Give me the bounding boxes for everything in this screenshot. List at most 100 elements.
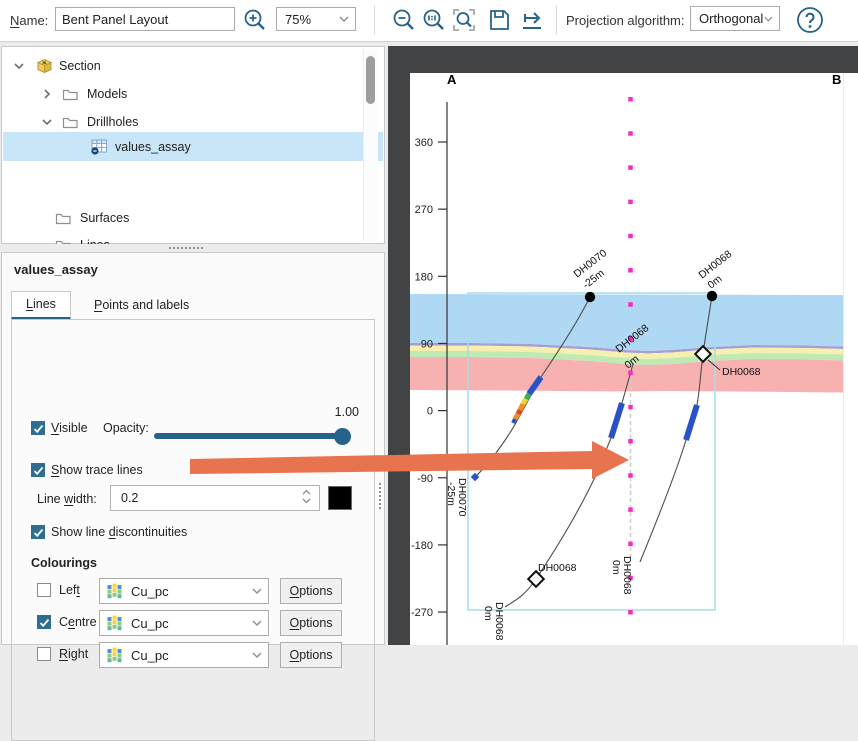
- lines-tab-content: 1.00 Visible Opacity: Show trace lines L…: [11, 319, 375, 741]
- spinner-down-icon[interactable]: [302, 498, 311, 504]
- eoh-label-dh0070-offset: -25m: [445, 482, 457, 506]
- zoom-to-fit-icon: [451, 7, 477, 33]
- line-colour-swatch[interactable]: [328, 486, 352, 510]
- tree-item-section[interactable]: Section: [3, 52, 383, 80]
- colouring-left-options-button[interactable]: Options: [280, 578, 342, 604]
- diamond-label-dh0068: DH0068: [538, 562, 577, 574]
- tree-item-surfaces[interactable]: Surfaces: [3, 204, 383, 232]
- colouring-centre-checkbox[interactable]: [37, 615, 51, 629]
- opacity-slider[interactable]: [154, 433, 348, 439]
- tab-lines[interactable]: Lines: [11, 291, 71, 320]
- check-icon: [33, 528, 44, 538]
- chevron-down-icon: [251, 587, 263, 595]
- interval-green: [526, 394, 529, 399]
- panel-splitter-horizontal[interactable]: [1, 244, 385, 252]
- colouring-right-select[interactable]: Cu_pc: [99, 642, 269, 668]
- chevron-right-icon[interactable]: [41, 88, 53, 100]
- folder-icon: [55, 210, 72, 226]
- show-line-discontinuities-checkbox[interactable]: [31, 525, 45, 539]
- colouring-right-value: Cu_pc: [123, 648, 251, 663]
- projection-algorithm-select[interactable]: Orthogonal: [690, 6, 780, 31]
- visible-checkbox[interactable]: [31, 421, 45, 435]
- zoom-one-to-one-button[interactable]: [420, 6, 448, 34]
- opacity-slider-thumb[interactable]: [334, 428, 351, 445]
- tree-item-values-assay[interactable]: values_assay: [3, 132, 383, 161]
- save-button[interactable]: [485, 6, 513, 34]
- toolbar: Name: 75%: [0, 0, 858, 42]
- chevron-down-icon: [251, 651, 263, 659]
- projection-algorithm-value: Orthogonal: [691, 11, 763, 26]
- interval-orange: [520, 404, 523, 410]
- tree-item-label: Surfaces: [80, 211, 129, 225]
- corner-label-a: A: [447, 73, 457, 87]
- name-label: Name:: [10, 13, 48, 28]
- line-width-label: Line width:: [37, 492, 97, 506]
- line-width-spinbox[interactable]: 0.2: [110, 485, 320, 511]
- splitter-grip: [169, 247, 203, 249]
- colouring-centre-value: Cu_pc: [123, 616, 251, 631]
- interval-blue: [686, 405, 697, 440]
- interval-blue: [513, 419, 515, 423]
- one-to-one-icon: [421, 7, 447, 33]
- tree-scrollbar-thumb[interactable]: [366, 56, 375, 104]
- properties-panel: values_assay Lines Points and labels 1.0…: [1, 252, 385, 645]
- section-icon: [36, 58, 53, 74]
- zoom-in-icon: [242, 7, 268, 33]
- colouring-centre-options-button[interactable]: Options: [280, 610, 342, 636]
- zoom-out-button[interactable]: [390, 6, 418, 34]
- opacity-value: 1.00: [323, 405, 359, 419]
- chevron-down-icon: [251, 619, 263, 627]
- axis-tick-label: 0: [427, 406, 433, 418]
- opacity-label: Opacity:: [103, 421, 149, 435]
- tree-item-label: Drillholes: [87, 115, 138, 129]
- eoh-label-dh0068-offset: 0m: [482, 606, 494, 621]
- collar-dh0068: [707, 291, 717, 301]
- colouring-left-checkbox[interactable]: [37, 583, 51, 597]
- axis-tick-label: -90: [417, 473, 433, 485]
- colouring-left-select[interactable]: Cu_pc: [99, 578, 269, 604]
- interval-yellow: [523, 399, 526, 404]
- colouring-right-checkbox[interactable]: [37, 647, 51, 661]
- colourings-heading: Colourings: [31, 556, 97, 570]
- help-icon: [795, 5, 825, 35]
- section-canvas[interactable]: 360270180900-90-180-270 A B DH0070 -25m …: [410, 73, 858, 645]
- export-icon: [518, 6, 546, 34]
- check-icon: [33, 424, 44, 434]
- tree-item-label: values_assay: [115, 140, 191, 154]
- chevron-down-icon[interactable]: [13, 60, 25, 72]
- axis-tick-label: -270: [411, 607, 433, 619]
- colour-map-icon: [107, 615, 123, 631]
- colouring-left-value: Cu_pc: [123, 584, 251, 599]
- layout-name-input[interactable]: [55, 7, 235, 31]
- axis-tick-label: 270: [415, 204, 433, 216]
- assay-table-icon: [91, 139, 108, 155]
- tree-scrollbar[interactable]: [363, 49, 378, 241]
- chevron-down-icon[interactable]: [41, 116, 53, 128]
- interval-red: [518, 410, 520, 414]
- show-trace-lines-checkbox[interactable]: [31, 463, 45, 477]
- spinner-arrows[interactable]: [302, 489, 311, 504]
- colouring-centre-select[interactable]: Cu_pc: [99, 610, 269, 636]
- tree-item-label: Models: [87, 87, 127, 101]
- check-icon: [33, 466, 44, 476]
- axis-tick-label: 180: [415, 271, 433, 283]
- colour-map-icon: [107, 647, 123, 663]
- show-trace-lines-label: Show trace lines: [51, 463, 143, 477]
- zoom-level-select[interactable]: 75%: [276, 7, 356, 31]
- colouring-right-options-button[interactable]: Options: [280, 642, 342, 668]
- project-tree-panel: Section Models Drillholes values_assay S…: [1, 46, 385, 244]
- help-button[interactable]: [794, 4, 826, 36]
- properties-title: values_assay: [14, 262, 98, 277]
- zoom-in-button[interactable]: [241, 6, 269, 34]
- axis-tick-label: -180: [411, 540, 433, 552]
- export-button[interactable]: [518, 6, 546, 34]
- tree-item-models[interactable]: Models: [3, 80, 383, 108]
- panel-splitter-vertical[interactable]: [379, 483, 381, 509]
- chevron-down-icon: [763, 15, 774, 23]
- colouring-centre-label: Centre: [59, 615, 97, 629]
- toolbar-separator: [374, 6, 375, 34]
- toolbar-separator: [556, 6, 557, 34]
- spinner-up-icon[interactable]: [302, 489, 311, 495]
- tab-points-and-labels[interactable]: Points and labels: [82, 293, 201, 318]
- zoom-to-selection-button[interactable]: [450, 6, 478, 34]
